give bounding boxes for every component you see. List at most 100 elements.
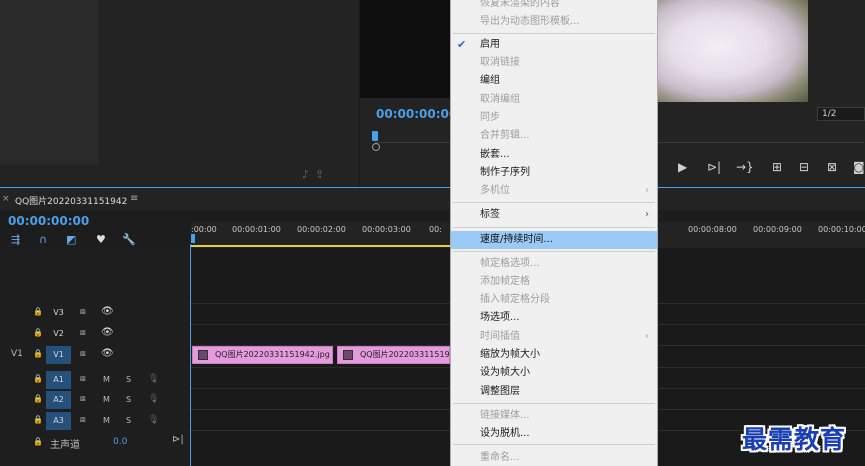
track-target[interactable]: V1 [46, 346, 71, 364]
menu-item[interactable]: 编组 [451, 72, 657, 90]
menu-item[interactable]: 设为帧大小 [451, 364, 657, 382]
menu-item: 同步 [451, 109, 657, 127]
master-track-label: 主声道 [50, 440, 80, 451]
menu-item-label: 启用 [480, 39, 500, 50]
ruler-label: 00:00:08:00 [688, 225, 737, 234]
sync-lock-icon[interactable]: ⧈ [80, 307, 86, 317]
track-target[interactable]: V3 [46, 304, 71, 322]
program-playhead[interactable] [372, 131, 378, 141]
menu-item-label: 同步 [480, 112, 500, 123]
menu-item: 取消编组 [451, 91, 657, 109]
menu-item: 取消链接 [451, 54, 657, 72]
go-to-out-icon[interactable]: →} [736, 160, 754, 174]
nest-icon[interactable]: ⇶ [11, 233, 20, 246]
menu-item[interactable]: 场选项... [451, 309, 657, 327]
step-forward-icon[interactable]: ⊳| [707, 160, 721, 174]
marker-icon[interactable]: ♥ [96, 233, 106, 246]
menu-item[interactable]: 设为脱机... [451, 425, 657, 443]
menu-item: 插入帧定格分段 [451, 291, 657, 309]
mute-button[interactable]: M [103, 375, 110, 384]
menu-item-label: 多机位 [480, 185, 510, 196]
solo-button[interactable]: S [126, 375, 131, 384]
menu-item-label: 编组 [480, 75, 500, 86]
overwrite-icon[interactable]: ⊟ [799, 160, 809, 174]
export-frame-icon[interactable]: ⇪ [315, 168, 330, 181]
track-target[interactable]: A3 [46, 412, 71, 430]
timeline-playhead[interactable] [191, 234, 195, 243]
menu-item[interactable]: 调整图层 [451, 383, 657, 401]
master-volume-value[interactable]: 0.0 [113, 437, 127, 447]
eye-icon[interactable]: 👁 [101, 348, 114, 359]
eye-icon[interactable]: 👁 [101, 327, 114, 338]
track-header-a3: 🔒 A3 ⧈ M S 🎙 [0, 411, 190, 431]
microphone-icon[interactable]: 🎙 [148, 374, 159, 384]
lock-icon[interactable]: 🔒 [33, 415, 43, 424]
lock-icon[interactable]: 🔒 [33, 437, 43, 446]
sequence-tab[interactable]: QQ图片20220331151942 [15, 194, 127, 207]
timeline-timecode[interactable]: 00:00:00:00 [8, 214, 89, 228]
lock-icon[interactable]: 🔒 [33, 328, 43, 337]
menu-item-label: 设为帧大小 [480, 367, 530, 378]
lock-icon[interactable]: 🔒 [33, 349, 43, 358]
ruler-label: :00:00 [191, 225, 217, 234]
play-icon[interactable]: ▶ [678, 160, 687, 174]
sync-lock-icon[interactable]: ⧈ [80, 328, 86, 338]
lock-icon[interactable]: 🔒 [33, 394, 43, 403]
wrench-icon[interactable]: 🔧 [122, 233, 136, 246]
camera-icon[interactable]: ◙ [853, 160, 865, 174]
lock-icon[interactable]: 🔒 [33, 307, 43, 316]
microphone-icon[interactable]: 🎙 [148, 415, 159, 425]
menu-separator [453, 33, 655, 34]
program-playhead-handle[interactable] [372, 143, 380, 151]
menu-item-label: 链接媒体... [480, 410, 530, 421]
solo-button[interactable]: S [126, 395, 131, 404]
eye-icon[interactable]: 👁 [101, 306, 114, 317]
menu-item[interactable]: 嵌套... [451, 146, 657, 164]
sync-lock-icon[interactable]: ⧈ [80, 394, 86, 404]
audio-drag-icon[interactable]: ♪ [302, 168, 315, 181]
source-patch-label[interactable]: V1 [11, 349, 23, 359]
work-area-bar[interactable] [191, 245, 453, 247]
menu-item[interactable]: ✔ 启用 [451, 36, 657, 54]
menu-separator [453, 403, 655, 404]
menu-item[interactable]: 速度/持续时间... [451, 231, 657, 249]
lock-icon[interactable]: 🔒 [33, 374, 43, 383]
menu-item-label: 取消链接 [480, 57, 520, 68]
timeline-clip[interactable]: QQ图片20220331151949 [337, 346, 450, 364]
ruler-label: 00:00:09:00 [753, 225, 802, 234]
playhead-line[interactable] [190, 244, 191, 466]
sync-lock-icon[interactable]: ⧈ [80, 349, 86, 359]
timeline-clip[interactable]: QQ图片20220331151942.jpg [192, 346, 333, 364]
lift-icon[interactable]: ⊠ [827, 160, 837, 174]
menu-item-label: 取消编组 [480, 94, 520, 105]
close-icon[interactable]: × [2, 194, 10, 204]
menu-item-label: 调整图层 [480, 386, 520, 397]
menu-separator [453, 444, 655, 445]
go-to-end-icon[interactable]: ⊳| [172, 434, 184, 445]
menu-item: 合并剪辑... [451, 127, 657, 145]
resolution-select[interactable]: 1/2 [817, 107, 865, 121]
program-preview-image [658, 0, 808, 102]
track-target[interactable]: A2 [46, 391, 71, 409]
menu-item-label: 恢复未渲染的内容 [480, 0, 560, 9]
mute-button[interactable]: M [103, 395, 110, 404]
sync-lock-icon[interactable]: ⧈ [80, 415, 86, 425]
mute-button[interactable]: M [103, 416, 110, 425]
solo-button[interactable]: S [126, 416, 131, 425]
snap-icon[interactable]: ∩ [39, 233, 47, 246]
fx-badge-icon [343, 350, 353, 360]
menu-item: 时间插值 › [451, 328, 657, 346]
program-timecode[interactable]: 00:00:00:00 [376, 107, 457, 121]
menu-item-label: 缩放为帧大小 [480, 349, 540, 360]
sync-lock-icon[interactable]: ⧈ [80, 374, 86, 384]
insert-icon[interactable]: ⊞ [772, 160, 782, 174]
linked-selection-icon[interactable]: ◩ [66, 233, 76, 246]
track-target[interactable]: A1 [46, 371, 71, 389]
menu-item: 链接媒体... [451, 407, 657, 425]
track-target[interactable]: V2 [46, 325, 71, 343]
menu-item[interactable]: 制作子序列 [451, 164, 657, 182]
menu-item[interactable]: 缩放为帧大小 [451, 346, 657, 364]
panel-menu-icon[interactable]: ≡ [130, 193, 138, 204]
menu-item[interactable]: 标签 › [451, 206, 657, 224]
microphone-icon[interactable]: 🎙 [148, 394, 159, 404]
